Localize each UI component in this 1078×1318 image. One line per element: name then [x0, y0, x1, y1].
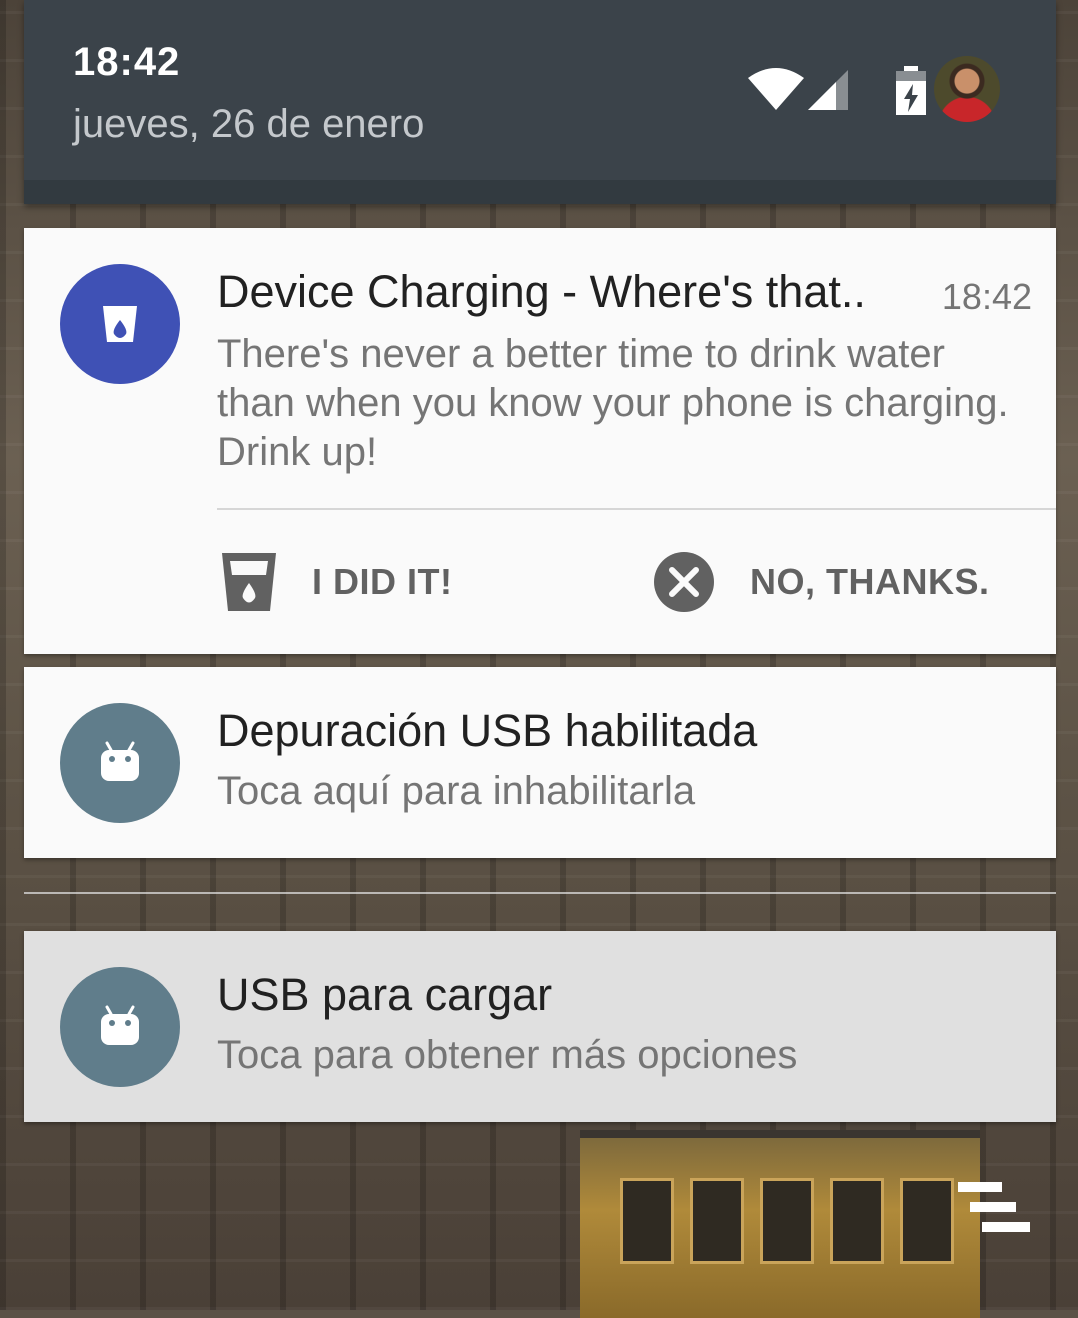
notification-title: Device Charging - Where's that..: [217, 266, 866, 317]
app-icon-circle: [60, 264, 180, 384]
battery-charging-icon: [896, 66, 926, 115]
cell-signal-icon: [808, 70, 848, 110]
water-cup-icon: [103, 306, 137, 342]
section-separator: [24, 892, 1056, 894]
water-cup-icon: [222, 553, 276, 611]
no-thanks-label: NO, THANKS.: [750, 561, 990, 602]
notification-text: Toca para obtener más opciones: [217, 1033, 798, 1077]
notification-device-charging[interactable]: Device Charging - Where's that.. 18:42 T…: [24, 228, 1056, 654]
date: jueves, 26 de enero: [73, 102, 425, 146]
android-icon: [101, 741, 139, 781]
clear-all-icon[interactable]: [956, 1180, 1032, 1236]
notification-usb-debugging[interactable]: Depuración USB habilitada Toca aquí para…: [24, 667, 1056, 858]
i-did-it-button[interactable]: I DID IT!: [220, 544, 452, 620]
wallpaper-tram: [580, 1130, 980, 1318]
wifi-icon: [748, 68, 804, 110]
notification-usb-charging[interactable]: USB para cargar Toca para obtener más op…: [24, 931, 1056, 1122]
notification-title: Depuración USB habilitada: [217, 705, 758, 756]
clock: 18:42: [73, 40, 181, 84]
app-icon-circle: [60, 703, 180, 823]
notification-time: 18:42: [941, 276, 1032, 317]
notification-text: Toca aquí para inhabilitarla: [217, 769, 696, 813]
notification-title: USB para cargar: [217, 969, 553, 1020]
i-did-it-label: I DID IT!: [312, 561, 453, 602]
user-avatar[interactable]: [934, 56, 1000, 122]
notification-shade-header[interactable]: 18:42 jueves, 26 de enero: [24, 0, 1056, 204]
divider: [217, 508, 1056, 510]
notification-text: There's never a better time to drink wat…: [217, 332, 1009, 474]
close-circle-icon: [654, 552, 714, 612]
android-icon: [101, 1005, 139, 1045]
no-thanks-button[interactable]: NO, THANKS.: [652, 544, 990, 620]
app-icon-circle: [60, 967, 180, 1087]
